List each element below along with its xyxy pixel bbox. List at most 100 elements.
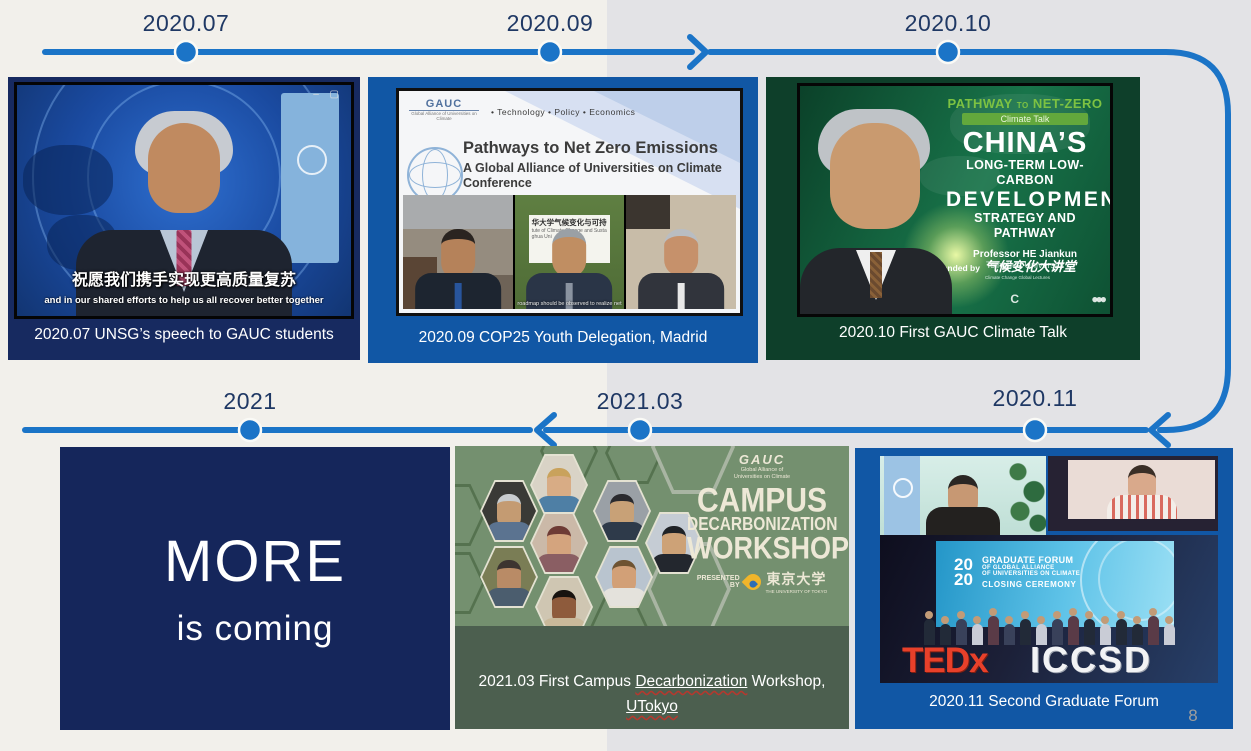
kicker-to: TO xyxy=(1017,101,1029,110)
card-unsg-speech: – ▢ 祝愿我们携手实现更高质量复苏 and in our shared eff… xyxy=(8,77,360,360)
speaker-thumbnail-3 xyxy=(626,195,736,309)
speaker-thumbnail-1 xyxy=(403,195,513,309)
participant-photo-hex xyxy=(480,546,538,608)
timeline-label-2021-03: 2021.03 xyxy=(570,388,710,415)
unsg-video-frame: – ▢ 祝愿我们携手实现更高质量复苏 and in our shared eff… xyxy=(14,82,354,319)
circles-logo-icon: ●●● xyxy=(1091,292,1104,306)
speaker-tie xyxy=(454,283,461,309)
kicker-pathway: PATHWAY xyxy=(947,96,1012,111)
speaker-shirt xyxy=(678,283,685,309)
page-number: 8 xyxy=(1180,706,1206,726)
forum-year: 20 20 xyxy=(954,557,973,587)
video-subtitle: roadmap should be observed to realize ne… xyxy=(515,301,625,307)
projection-screen xyxy=(1068,460,1215,519)
speaker-figure xyxy=(1097,465,1187,519)
video-thumbnails: 华大学气候变化与可持 tute of Climate Change and Su… xyxy=(403,195,736,309)
sign-text-zh: 华大学气候变化与可持 xyxy=(532,217,608,228)
timeline-dot-2020-07 xyxy=(175,41,197,63)
timeline-label-2021: 2021 xyxy=(180,388,320,415)
forum-titles: GRADUATE FORUM OF GLOBAL ALLIANCE OF UNI… xyxy=(982,555,1080,589)
partner-logo-icon: C xyxy=(1010,292,1019,306)
by-label: BY xyxy=(730,582,740,589)
un-flag xyxy=(281,93,339,263)
timeline-dot-2021 xyxy=(239,419,261,441)
iccsd-sign: ICCSD xyxy=(1030,639,1152,681)
speaker-torso xyxy=(926,507,1000,535)
hexagon-outline xyxy=(455,552,485,614)
slide: 2020.07 2020.09 2020.10 2021 2021.03 202… xyxy=(0,0,1251,751)
timeline-label-2020-10: 2020.10 xyxy=(878,10,1018,37)
window-controls-icon[interactable]: – ▢ xyxy=(313,89,343,100)
participant-photo-hex xyxy=(593,480,651,542)
participant-photo-hex xyxy=(480,480,538,542)
kicker-line: PATHWAY TO NET-ZERO xyxy=(946,96,1104,111)
tedx-sign: TEDx xyxy=(902,641,987,681)
speaker-figure xyxy=(403,229,513,309)
utokyo-sub: THE UNIVERSITY OF TOKYO xyxy=(766,589,828,594)
caption-campus-decarbonization: Decarbonization xyxy=(635,673,747,690)
gauc-logo: GAUC xyxy=(687,452,837,467)
utokyo-name: 東京大学 xyxy=(766,569,828,589)
gauc-logo-sub2: Universities on Climate xyxy=(687,474,837,481)
caption-climate-talk: 2020.10 First GAUC Climate Talk xyxy=(766,324,1140,342)
campus-poster: GAUC Global Alliance of Universities on … xyxy=(455,446,849,626)
caption-campus: 2021.03 First Campus Decarbonization Wor… xyxy=(455,669,849,719)
speaker-head xyxy=(441,229,475,279)
plant-decoration xyxy=(1006,456,1046,535)
poster-title: CHINA’S xyxy=(946,128,1104,158)
caption-graduate-forum: 2020.11 Second Graduate Forum xyxy=(855,693,1233,711)
speaker-face xyxy=(148,123,220,213)
subtitle-chinese: 祝愿我们携手实现更高质量复苏 xyxy=(17,266,351,290)
subtitle-english: and in our shared efforts to help us all… xyxy=(17,295,351,306)
hexagon-outline xyxy=(455,484,485,546)
speaker-head xyxy=(552,229,586,277)
poster-line3: STRATEGY AND PATHWAY xyxy=(946,211,1104,241)
professor-photo xyxy=(800,109,950,314)
poster-line2: DEVELOPMENT xyxy=(946,188,1104,211)
speaker-thumbnail-2: 华大学气候变化与可持 tute of Climate Change and Su… xyxy=(515,195,625,309)
caption-campus-utokyo: UTokyo xyxy=(626,698,678,715)
professor-face xyxy=(830,123,920,229)
card-cop25: GAUC Global Alliance of Universities on … xyxy=(368,77,758,363)
speaker-figure xyxy=(918,475,1008,535)
poster-text-column: PATHWAY TO NET-ZERO Climate Talk CHINA’S… xyxy=(946,96,1104,270)
map-blotch xyxy=(23,145,113,215)
climate-talk-pill: Climate Talk xyxy=(962,113,1088,125)
card-graduate-forum: 20 20 GRADUATE FORUM OF GLOBAL ALLIANCE … xyxy=(855,448,1233,729)
speaker-head xyxy=(664,229,698,276)
speaker-thumbnail-student xyxy=(1048,456,1218,531)
more-title: MORE xyxy=(164,528,346,595)
topic-tags: • Technology • Policy • Economics xyxy=(491,107,635,117)
forum-title-line4: CLOSING CEREMONY xyxy=(982,580,1080,589)
speaker-shirt xyxy=(1107,495,1177,519)
forum-title-line3: OF UNIVERSITIES ON CLIMATE xyxy=(982,571,1080,577)
gauc-logo-text: GAUC xyxy=(409,98,479,111)
participant-photo-hex xyxy=(535,576,593,626)
kicker-netzero: NET-ZERO xyxy=(1033,96,1103,111)
timeline-label-2020-07: 2020.07 xyxy=(116,10,256,37)
gauc-logo-subtext: Global Alliance of Universities on Clima… xyxy=(409,111,479,121)
timeline-label-2020-11: 2020.11 xyxy=(965,385,1105,412)
presented-by-row: PRESENTED BY 東京大学 THE UNIVERSITY OF TOKY… xyxy=(687,569,837,594)
caption-cop25: 2020.09 COP25 Youth Delegation, Madrid xyxy=(368,329,758,347)
poster-line1: LONG-TERM LOW-CARBON xyxy=(946,158,1104,188)
caption-campus-part2: Workshop, xyxy=(747,673,825,690)
cobrand-calligraphy-logo: 气候变化大讲堂 xyxy=(985,256,1076,275)
caption-campus-part1: 2021.03 First Campus xyxy=(479,673,636,690)
timeline-dot-2020-10 xyxy=(937,41,959,63)
timeline-dot-2020-09 xyxy=(539,41,561,63)
speaker-figure xyxy=(626,229,736,309)
participant-photo-hex xyxy=(530,512,588,574)
cobrand-sub: Climate Change Global Lectures xyxy=(985,275,1076,280)
workshop-title1: CAMPUS xyxy=(687,483,837,519)
speaker-thumbnail-unfccc xyxy=(880,456,1046,535)
workshop-text-column: GAUC Global Alliance of Universities on … xyxy=(687,452,837,594)
climate-talk-poster: PATHWAY TO NET-ZERO Climate Talk CHINA’S… xyxy=(797,83,1113,317)
gauc-logo: GAUC Global Alliance of Universities on … xyxy=(409,98,479,121)
gauc-logo-sub1: Global Alliance of xyxy=(687,467,837,474)
conference-title: Pathways to Net Zero Emissions xyxy=(463,139,718,158)
un-flag xyxy=(884,456,920,535)
more-subtitle: is coming xyxy=(177,609,334,649)
timeline-dot-2020-11 xyxy=(1024,419,1046,441)
card-climate-talk: PATHWAY TO NET-ZERO Climate Talk CHINA’S… xyxy=(766,77,1140,360)
